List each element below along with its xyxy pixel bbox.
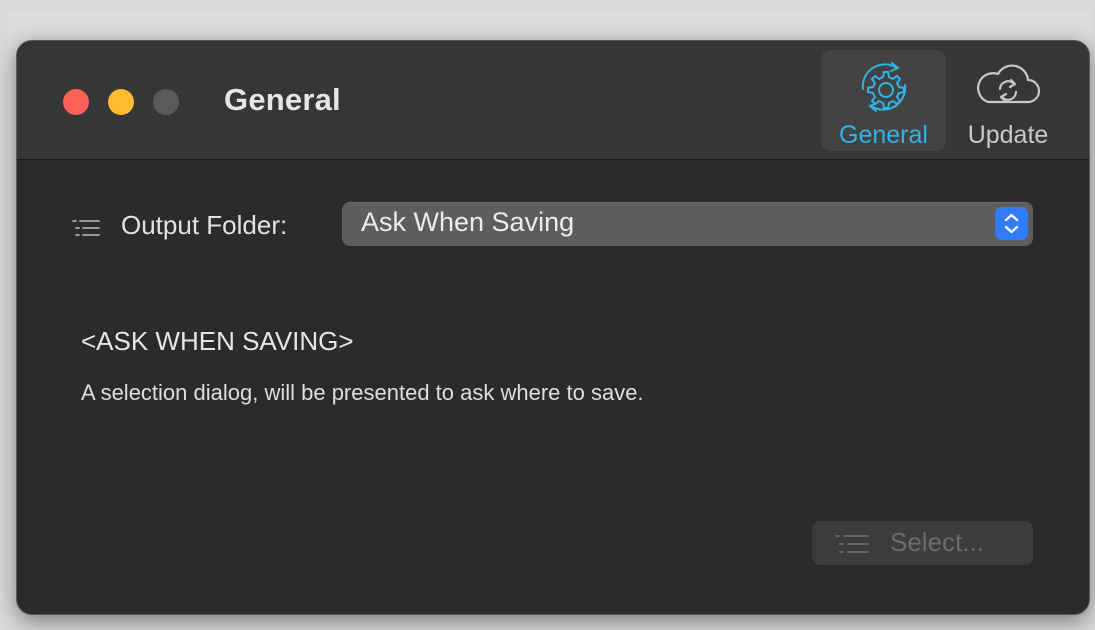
list-icon xyxy=(72,220,100,236)
close-window-button[interactable] xyxy=(63,89,89,115)
gear-icon xyxy=(861,62,906,112)
chevron-up-down-icon xyxy=(1004,213,1019,234)
cloud-sync-icon xyxy=(977,64,1041,104)
list-icon xyxy=(835,535,869,553)
mode-heading: <ASK WHEN SAVING> xyxy=(81,326,354,356)
toolbar-tab-general[interactable]: General xyxy=(821,50,946,151)
output-folder-value: Ask When Saving xyxy=(361,207,575,237)
minimize-window-button[interactable] xyxy=(108,89,134,115)
toolbar-tab-update[interactable]: Update xyxy=(953,50,1063,151)
popup-stepper[interactable] xyxy=(995,207,1028,240)
select-button[interactable]: Select... xyxy=(812,521,1033,565)
mode-description: A selection dialog, will be presented to… xyxy=(81,380,644,405)
output-folder-label: Output Folder: xyxy=(121,210,288,240)
toolbar-tab-update-label: Update xyxy=(967,121,1049,149)
title-bar: General General Update xyxy=(17,41,1089,160)
toolbar-tab-general-label: General xyxy=(839,121,928,149)
window-title: General xyxy=(224,82,341,117)
select-button-label: Select... xyxy=(890,527,984,557)
output-folder-popup[interactable]: Ask When Saving xyxy=(342,202,1033,246)
zoom-window-button[interactable] xyxy=(153,89,179,115)
preferences-window: General General Update Output Folder: As… xyxy=(16,40,1090,615)
